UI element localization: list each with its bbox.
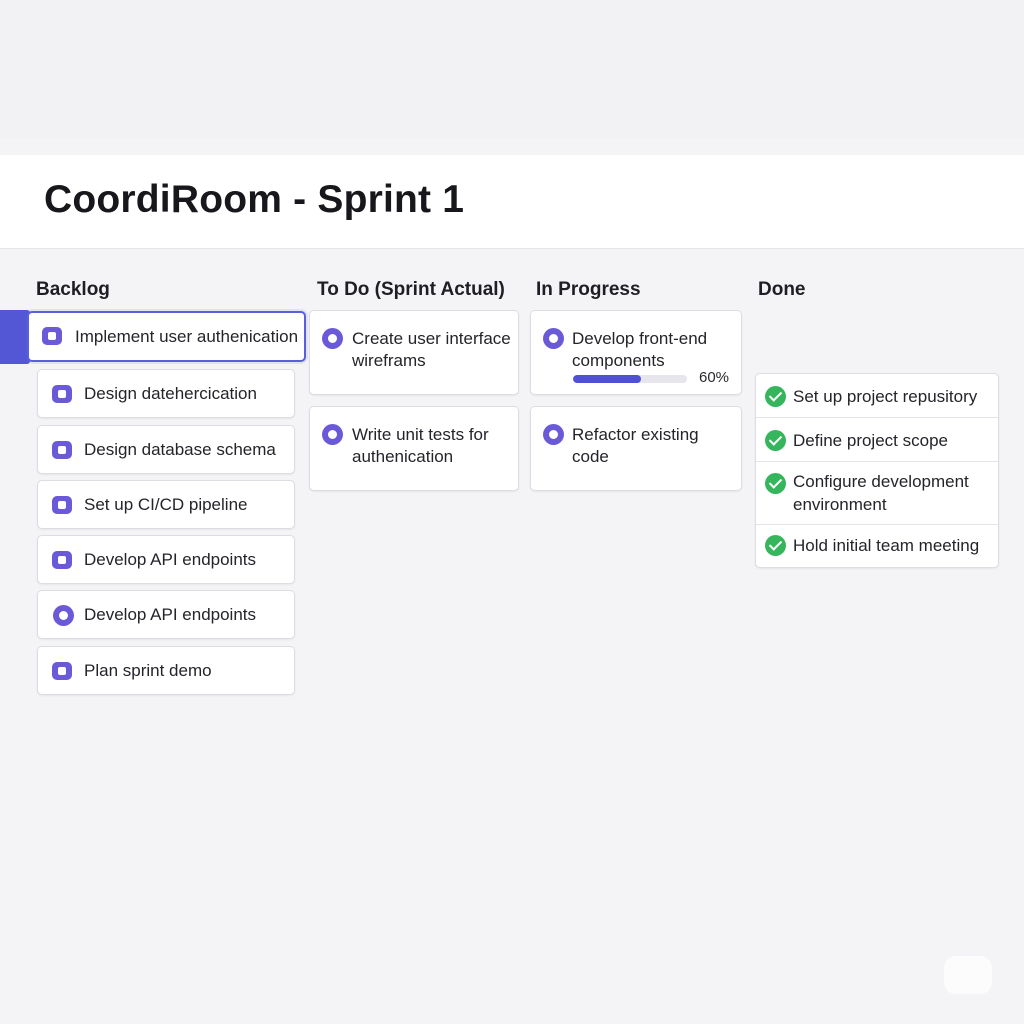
backlog-card[interactable]: Design datehercication xyxy=(37,369,295,418)
column-title-todo: To Do (Sprint Actual) xyxy=(317,279,505,300)
backlog-card[interactable]: Implement user authenication xyxy=(27,311,306,362)
progress-bar xyxy=(573,375,687,383)
card-label: Plan sprint demo xyxy=(84,661,212,680)
check-circle-icon xyxy=(765,430,786,451)
watermark-logo xyxy=(944,956,992,994)
in-progress-card[interactable]: Refactor existing code xyxy=(530,406,742,491)
backlog-card[interactable]: Set up CI/CD pipeline xyxy=(37,480,295,529)
check-circle-icon xyxy=(765,535,786,556)
backlog-card[interactable]: Develop API endpoints xyxy=(37,535,295,584)
card-label: Develop front-end components xyxy=(572,329,708,370)
done-item-label: Define project scope xyxy=(793,431,948,450)
code-icon xyxy=(53,605,74,626)
column-title-backlog: Backlog xyxy=(36,279,110,300)
check-circle-icon xyxy=(765,386,786,407)
done-item[interactable]: Set up project repusitory xyxy=(756,374,998,418)
column-title-done: Done xyxy=(758,279,806,300)
column-title-in-progress: In Progress xyxy=(536,279,641,300)
card-label: Develop API endpoints xyxy=(84,550,257,569)
progress-percent: 60% xyxy=(699,369,730,386)
database-icon xyxy=(52,441,72,459)
backlog-card[interactable]: Design database schema xyxy=(37,425,295,474)
presentation-icon xyxy=(52,662,72,680)
todo-card[interactable]: Create user interface wireframs xyxy=(309,310,519,395)
done-item-label: Configure development environment xyxy=(793,472,969,514)
gear-icon xyxy=(543,328,564,349)
todo-card[interactable]: Write unit tests for authenication xyxy=(309,406,519,491)
target-icon xyxy=(322,424,343,445)
card-label: Develop API endpoints xyxy=(84,605,257,624)
done-item[interactable]: Configure development environment xyxy=(756,462,998,525)
backlog-card[interactable]: Develop API endpoints xyxy=(37,590,295,639)
done-item[interactable]: Define project scope xyxy=(756,418,998,462)
page-title: CoordiRoom - Sprint 1 xyxy=(44,178,465,221)
card-label: Set up CI/CD pipeline xyxy=(84,495,248,514)
done-item-label: Set up project repusitory xyxy=(793,387,978,406)
progress-fill xyxy=(573,375,642,383)
active-indicator xyxy=(0,310,30,364)
card-label: Create user interface wireframs xyxy=(352,329,511,370)
in-progress-card[interactable]: Develop front-end components 60% xyxy=(530,310,742,395)
done-item-label: Hold initial team meeting xyxy=(793,536,980,555)
card-label: Refactor existing code xyxy=(572,425,699,466)
api-icon xyxy=(52,551,72,569)
card-label: Design datehercication xyxy=(84,384,257,403)
card-label: Write unit tests for authenication xyxy=(352,425,489,466)
target-icon xyxy=(322,328,343,349)
top-band xyxy=(0,0,1024,138)
shield-icon xyxy=(42,327,62,345)
card-label: Design database schema xyxy=(84,440,276,459)
pipeline-icon xyxy=(52,496,72,514)
users-icon xyxy=(52,385,72,403)
card-label: Implement user authenication xyxy=(75,327,299,346)
backlog-card[interactable]: Plan sprint demo xyxy=(37,646,295,695)
done-item[interactable]: Hold initial team meeting xyxy=(756,525,998,567)
target-icon xyxy=(543,424,564,445)
done-list: Set up project repusitory Define project… xyxy=(755,373,999,568)
check-circle-icon xyxy=(765,473,786,494)
